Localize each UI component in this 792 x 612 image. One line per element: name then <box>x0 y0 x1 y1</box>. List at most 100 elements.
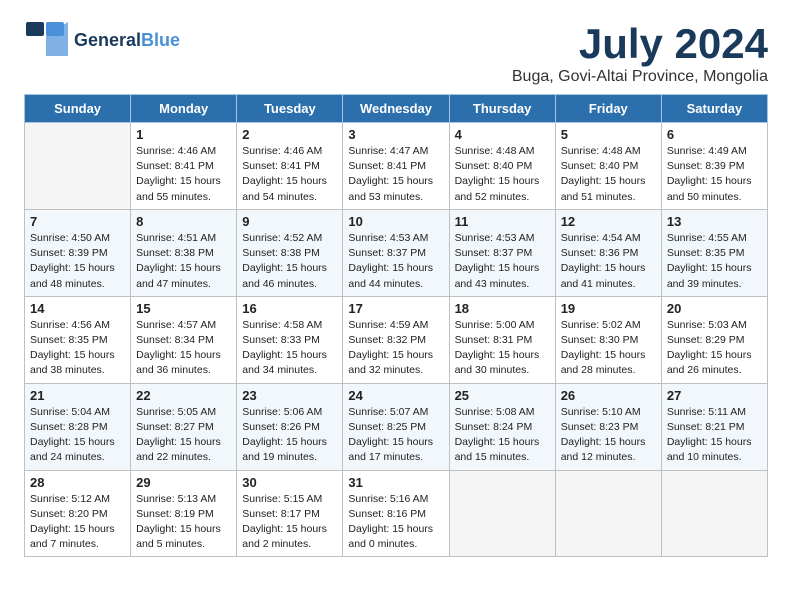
calendar-day-cell: 8 Sunrise: 4:51 AM Sunset: 8:38 PM Daylig… <box>131 209 237 296</box>
day-info: Sunrise: 5:03 AM Sunset: 8:29 PM Dayligh… <box>667 318 762 379</box>
day-number: 13 <box>667 214 762 229</box>
day-info: Sunrise: 5:07 AM Sunset: 8:25 PM Dayligh… <box>348 405 443 466</box>
day-info: Sunrise: 5:06 AM Sunset: 8:26 PM Dayligh… <box>242 405 337 466</box>
calendar-day-cell: 22Sunrise: 5:05 AM Sunset: 8:27 PM Dayli… <box>131 383 237 470</box>
day-info: Sunrise: 5:05 AM Sunset: 8:27 PM Dayligh… <box>136 405 231 466</box>
calendar-day-cell: 3 Sunrise: 4:47 AM Sunset: 8:41 PM Daylig… <box>343 123 449 210</box>
day-number: 30 <box>242 475 337 490</box>
day-number: 25 <box>455 388 550 403</box>
day-number: 17 <box>348 301 443 316</box>
day-number: 28 <box>30 475 125 490</box>
day-of-week-header: Thursday <box>449 95 555 123</box>
logo-blue: Blue <box>141 30 180 50</box>
day-info: Sunrise: 4:53 AM Sunset: 8:37 PM Dayligh… <box>455 231 550 292</box>
day-number: 2 <box>242 127 337 142</box>
calendar-day-cell: 30 Sunrise: 5:15 AM Sunset: 8:17 PM Dayli… <box>237 470 343 557</box>
month-title: July 2024 <box>512 20 768 68</box>
logo-general: General <box>74 30 141 50</box>
day-number: 8 <box>136 214 231 229</box>
day-info: Sunrise: 4:54 AM Sunset: 8:36 PM Dayligh… <box>561 231 656 292</box>
day-info: Sunrise: 5:00 AM Sunset: 8:31 PM Dayligh… <box>455 318 550 379</box>
calendar-day-cell: 1 Sunrise: 4:46 AM Sunset: 8:41 PM Daylig… <box>131 123 237 210</box>
day-info: Sunrise: 4:48 AM Sunset: 8:40 PM Dayligh… <box>455 144 550 205</box>
day-number: 20 <box>667 301 762 316</box>
day-info: Sunrise: 5:13 AM Sunset: 8:19 PM Dayligh… <box>136 492 231 553</box>
day-info: Sunrise: 5:15 AM Sunset: 8:17 PM Dayligh… <box>242 492 337 553</box>
calendar-day-cell: 20 Sunrise: 5:03 AM Sunset: 8:29 PM Dayli… <box>661 296 767 383</box>
calendar-week-row: 1 Sunrise: 4:46 AM Sunset: 8:41 PM Daylig… <box>25 123 768 210</box>
day-number: 10 <box>348 214 443 229</box>
calendar-day-cell: 26 Sunrise: 5:10 AM Sunset: 8:23 PM Dayli… <box>555 383 661 470</box>
day-number: 16 <box>242 301 337 316</box>
day-number: 4 <box>455 127 550 142</box>
day-info: Sunrise: 5:10 AM Sunset: 8:23 PM Dayligh… <box>561 405 656 466</box>
day-info: Sunrise: 5:12 AM Sunset: 8:20 PM Dayligh… <box>30 492 125 553</box>
calendar-day-cell: 25 Sunrise: 5:08 AM Sunset: 8:24 PM Dayli… <box>449 383 555 470</box>
calendar-day-cell: 14 Sunrise: 4:56 AM Sunset: 8:35 PM Dayli… <box>25 296 131 383</box>
day-number: 12 <box>561 214 656 229</box>
day-number: 14 <box>30 301 125 316</box>
calendar-day-cell: 2 Sunrise: 4:46 AM Sunset: 8:41 PM Daylig… <box>237 123 343 210</box>
calendar-day-cell: 19Sunrise: 5:02 AM Sunset: 8:30 PM Dayli… <box>555 296 661 383</box>
calendar-day-cell: 29 Sunrise: 5:13 AM Sunset: 8:19 PM Dayli… <box>131 470 237 557</box>
calendar-day-cell: 23 Sunrise: 5:06 AM Sunset: 8:26 PM Dayli… <box>237 383 343 470</box>
calendar-day-cell <box>555 470 661 557</box>
calendar-week-row: 14 Sunrise: 4:56 AM Sunset: 8:35 PM Dayli… <box>25 296 768 383</box>
day-number: 3 <box>348 127 443 142</box>
day-number: 5 <box>561 127 656 142</box>
day-number: 26 <box>561 388 656 403</box>
day-info: Sunrise: 4:58 AM Sunset: 8:33 PM Dayligh… <box>242 318 337 379</box>
day-number: 11 <box>455 214 550 229</box>
day-info: Sunrise: 4:57 AM Sunset: 8:34 PM Dayligh… <box>136 318 231 379</box>
calendar-day-cell: 9Sunrise: 4:52 AM Sunset: 8:38 PM Daylig… <box>237 209 343 296</box>
calendar-day-cell: 10 Sunrise: 4:53 AM Sunset: 8:37 PM Dayli… <box>343 209 449 296</box>
day-info: Sunrise: 4:59 AM Sunset: 8:32 PM Dayligh… <box>348 318 443 379</box>
calendar-day-cell: 21Sunrise: 5:04 AM Sunset: 8:28 PM Dayli… <box>25 383 131 470</box>
day-info: Sunrise: 5:16 AM Sunset: 8:16 PM Dayligh… <box>348 492 443 553</box>
calendar-day-cell: 28 Sunrise: 5:12 AM Sunset: 8:20 PM Dayli… <box>25 470 131 557</box>
day-of-week-header: Saturday <box>661 95 767 123</box>
calendar-day-cell: 13Sunrise: 4:55 AM Sunset: 8:35 PM Dayli… <box>661 209 767 296</box>
day-number: 6 <box>667 127 762 142</box>
calendar-day-cell: 15 Sunrise: 4:57 AM Sunset: 8:34 PM Dayli… <box>131 296 237 383</box>
calendar-week-row: 7Sunrise: 4:50 AM Sunset: 8:39 PM Daylig… <box>25 209 768 296</box>
day-of-week-header: Monday <box>131 95 237 123</box>
title-block: July 2024 Buga, Govi-Altai Province, Mon… <box>512 20 768 86</box>
page-container: GeneralBlue July 2024 Buga, Govi-Altai P… <box>0 0 792 577</box>
day-info: Sunrise: 4:46 AM Sunset: 8:41 PM Dayligh… <box>136 144 231 205</box>
day-number: 24 <box>348 388 443 403</box>
day-info: Sunrise: 4:49 AM Sunset: 8:39 PM Dayligh… <box>667 144 762 205</box>
day-info: Sunrise: 4:52 AM Sunset: 8:38 PM Dayligh… <box>242 231 337 292</box>
day-of-week-header: Tuesday <box>237 95 343 123</box>
day-number: 29 <box>136 475 231 490</box>
day-number: 15 <box>136 301 231 316</box>
day-info: Sunrise: 4:56 AM Sunset: 8:35 PM Dayligh… <box>30 318 125 379</box>
day-of-week-header: Wednesday <box>343 95 449 123</box>
day-number: 18 <box>455 301 550 316</box>
day-info: Sunrise: 4:47 AM Sunset: 8:41 PM Dayligh… <box>348 144 443 205</box>
calendar-day-cell <box>25 123 131 210</box>
calendar-day-cell: 24 Sunrise: 5:07 AM Sunset: 8:25 PM Dayli… <box>343 383 449 470</box>
calendar-day-cell: 16 Sunrise: 4:58 AM Sunset: 8:33 PM Dayli… <box>237 296 343 383</box>
calendar-day-cell: 18 Sunrise: 5:00 AM Sunset: 8:31 PM Dayli… <box>449 296 555 383</box>
day-info: Sunrise: 5:04 AM Sunset: 8:28 PM Dayligh… <box>30 405 125 466</box>
day-info: Sunrise: 4:53 AM Sunset: 8:37 PM Dayligh… <box>348 231 443 292</box>
header: GeneralBlue July 2024 Buga, Govi-Altai P… <box>24 20 768 86</box>
day-number: 1 <box>136 127 231 142</box>
day-number: 31 <box>348 475 443 490</box>
logo-text: GeneralBlue <box>74 31 180 51</box>
calendar-day-cell: 27Sunrise: 5:11 AM Sunset: 8:21 PM Dayli… <box>661 383 767 470</box>
location: Buga, Govi-Altai Province, Mongolia <box>512 68 768 86</box>
day-info: Sunrise: 5:08 AM Sunset: 8:24 PM Dayligh… <box>455 405 550 466</box>
day-of-week-header: Sunday <box>25 95 131 123</box>
day-number: 23 <box>242 388 337 403</box>
day-info: Sunrise: 5:11 AM Sunset: 8:21 PM Dayligh… <box>667 405 762 466</box>
logo-icon <box>24 20 68 61</box>
day-info: Sunrise: 4:51 AM Sunset: 8:38 PM Dayligh… <box>136 231 231 292</box>
calendar-day-cell: 7Sunrise: 4:50 AM Sunset: 8:39 PM Daylig… <box>25 209 131 296</box>
calendar-day-cell <box>661 470 767 557</box>
day-of-week-header: Friday <box>555 95 661 123</box>
day-info: Sunrise: 4:46 AM Sunset: 8:41 PM Dayligh… <box>242 144 337 205</box>
logo: GeneralBlue <box>24 20 180 61</box>
calendar-week-row: 21Sunrise: 5:04 AM Sunset: 8:28 PM Dayli… <box>25 383 768 470</box>
